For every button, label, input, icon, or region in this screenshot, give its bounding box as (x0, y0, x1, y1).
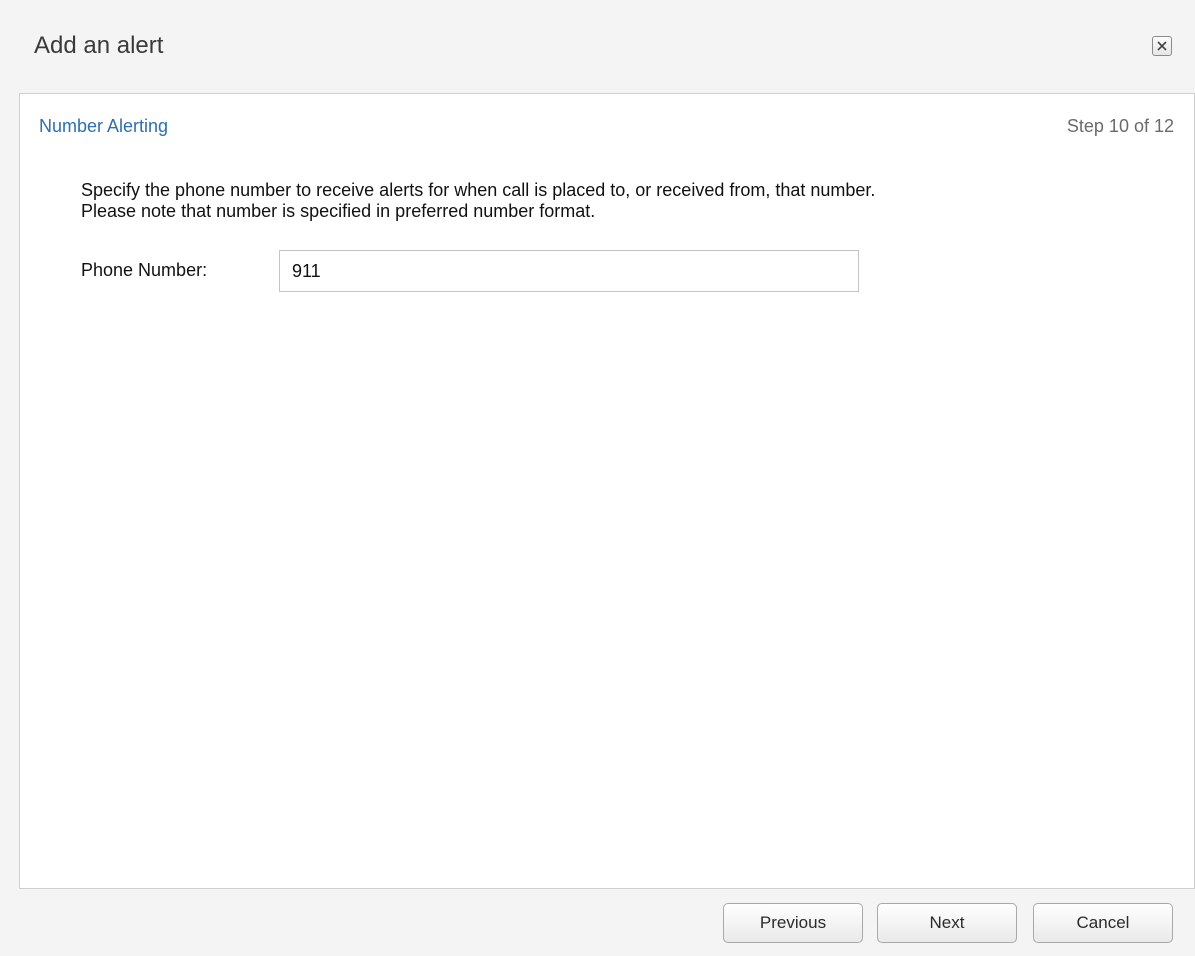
description-text: Specify the phone number to receive aler… (81, 180, 1161, 222)
dialog-footer: Previous Next Cancel (0, 889, 1195, 956)
description-line-1: Specify the phone number to receive aler… (81, 180, 876, 200)
phone-number-label: Phone Number: (81, 260, 208, 280)
close-button[interactable] (1152, 36, 1172, 56)
previous-button[interactable]: Previous (723, 903, 863, 943)
step-indicator: Step 10 of 12 (1066, 116, 1174, 136)
next-button[interactable]: Next (877, 903, 1017, 943)
phone-number-input[interactable] (279, 250, 859, 292)
add-alert-dialog: Add an alert Number Alerting Step 10 of … (0, 0, 1195, 956)
dialog-title: Add an alert (34, 32, 164, 59)
section-title: Number Alerting (39, 116, 169, 136)
wizard-content-panel: Number Alerting Step 10 of 12 Specify th… (19, 93, 1195, 889)
cancel-button[interactable]: Cancel (1033, 903, 1173, 943)
description-line-2: Please note that number is specified in … (81, 201, 596, 221)
dialog-title-bar: Add an alert (0, 0, 1195, 92)
close-icon (1157, 41, 1167, 51)
